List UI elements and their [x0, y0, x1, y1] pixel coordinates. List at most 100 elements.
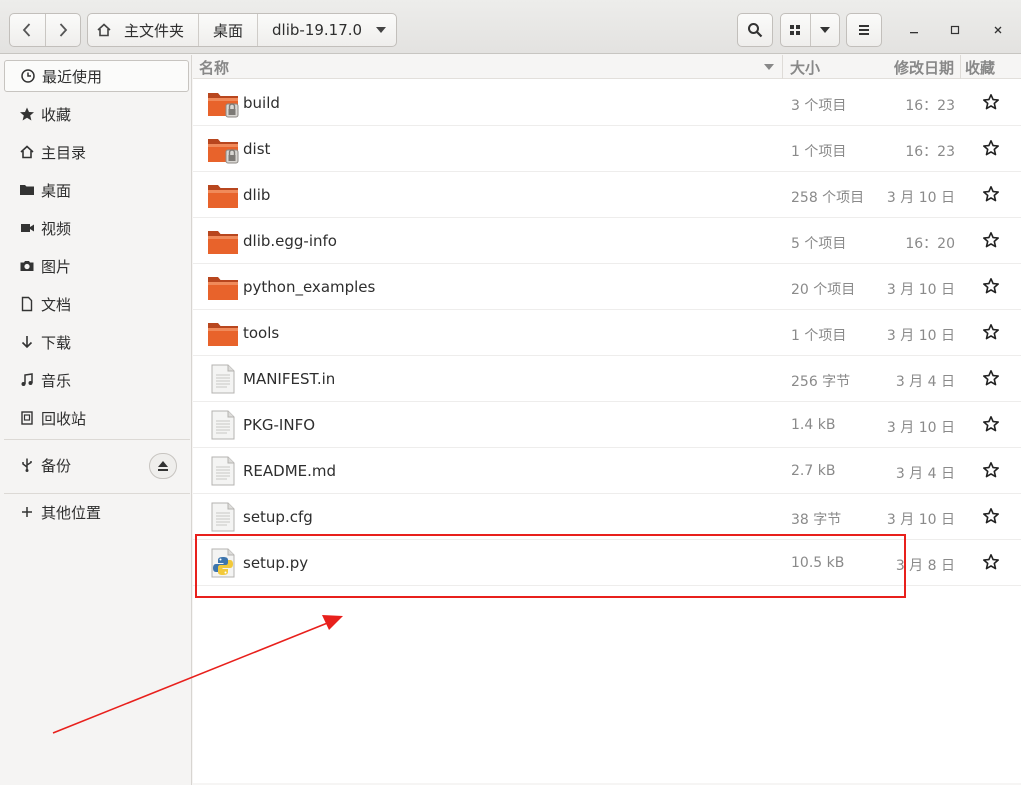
video-icon: [18, 219, 36, 237]
plus-icon: [18, 503, 36, 521]
sidebar-item-label: 文档: [41, 295, 72, 314]
star-icon[interactable]: [982, 323, 1000, 341]
star-icon[interactable]: [982, 277, 1000, 295]
sidebar-item-music[interactable]: 音乐: [4, 364, 189, 396]
star-icon[interactable]: [982, 461, 1000, 479]
maximize-button[interactable]: [944, 19, 966, 41]
sidebar-item-desktop[interactable]: 桌面: [4, 174, 189, 206]
column-header-name[interactable]: 名称: [199, 57, 229, 78]
breadcrumb-current[interactable]: dlib-19.17.0: [257, 14, 396, 46]
breadcrumb-home-label: 主文件夹: [124, 21, 185, 40]
star-icon[interactable]: [982, 93, 1000, 111]
file-size: 20 个项目: [791, 282, 856, 298]
folder-icon: [207, 318, 239, 348]
file-modified-date: 3 月 10 日: [886, 328, 955, 344]
eject-button[interactable]: [149, 453, 177, 479]
file-size: 258 个项目: [791, 190, 865, 206]
file-name: dlib.egg-info: [243, 232, 337, 250]
locked-folder-icon: [207, 134, 239, 164]
sidebar-item-videos[interactable]: 视频: [4, 212, 189, 244]
document-icon: [18, 295, 36, 313]
star-icon[interactable]: [982, 415, 1000, 433]
table-row[interactable]: setup.cfg 38 字节 3 月 10 日: [193, 494, 1021, 540]
back-button[interactable]: [10, 14, 45, 46]
usb-icon: [18, 456, 36, 474]
grid-view-button[interactable]: [781, 14, 810, 46]
table-row[interactable]: tools 1 个项目 3 月 10 日: [193, 310, 1021, 356]
star-icon: [18, 105, 36, 123]
table-row[interactable]: dist 1 个项目 16：23: [193, 126, 1021, 172]
file-name: build: [243, 94, 280, 112]
file-modified-date: 3 月 4 日: [895, 374, 955, 390]
maximize-icon: [950, 25, 960, 35]
sidebar-item-label: 视频: [41, 219, 72, 238]
sidebar-item-other-locations[interactable]: 其他位置: [4, 496, 189, 528]
search-button[interactable]: [737, 13, 773, 47]
sidebar-item-documents[interactable]: 文档: [4, 288, 189, 320]
sort-descending-icon[interactable]: [764, 64, 774, 70]
table-row[interactable]: setup.py 10.5 kB 3 月 8 日: [193, 540, 1021, 586]
sidebar-separator: [4, 439, 190, 440]
music-icon: [18, 371, 36, 389]
table-row[interactable]: README.md 2.7 kB 3 月 4 日: [193, 448, 1021, 494]
column-header-modified[interactable]: 修改日期: [894, 57, 954, 78]
column-header-starred[interactable]: 收藏: [965, 57, 995, 78]
view-dropdown-button[interactable]: [809, 14, 839, 46]
breadcrumb: 主文件夹 桌面 dlib-19.17.0: [87, 13, 397, 47]
chevron-right-icon: [59, 23, 68, 37]
file-modified-date: 3 月 4 日: [895, 466, 955, 482]
column-separator: [782, 55, 783, 79]
star-icon[interactable]: [982, 369, 1000, 387]
sidebar-item-downloads[interactable]: 下载: [4, 326, 189, 358]
minimize-icon: [910, 32, 918, 34]
star-icon[interactable]: [982, 507, 1000, 525]
table-row[interactable]: dlib 258 个项目 3 月 10 日: [193, 172, 1021, 218]
table-row[interactable]: build 3 个项目 16：23: [193, 80, 1021, 126]
star-icon[interactable]: [982, 231, 1000, 249]
caret-down-icon: [376, 27, 386, 33]
file-name: python_examples: [243, 278, 376, 296]
breadcrumb-home[interactable]: 主文件夹: [88, 14, 198, 46]
view-options: [780, 13, 840, 47]
menu-button[interactable]: [846, 13, 882, 47]
star-icon[interactable]: [982, 553, 1000, 571]
hamburger-icon: [859, 25, 869, 35]
home-icon: [18, 143, 36, 161]
file-size: 5 个项目: [791, 236, 847, 252]
forward-button[interactable]: [44, 14, 80, 46]
folder-icon: [18, 181, 36, 199]
star-icon[interactable]: [982, 185, 1000, 203]
chevron-left-icon: [23, 23, 31, 37]
table-row[interactable]: python_examples 20 个项目 3 月 10 日: [193, 264, 1021, 310]
caret-down-icon: [819, 27, 830, 33]
sidebar-item-starred[interactable]: 收藏: [4, 98, 189, 130]
sidebar-item-trash[interactable]: 回收站: [4, 402, 189, 434]
table-row[interactable]: MANIFEST.in 256 字节 3 月 4 日: [193, 356, 1021, 402]
sidebar-item-pictures[interactable]: 图片: [4, 250, 189, 282]
star-icon[interactable]: [982, 139, 1000, 157]
file-size: 3 个项目: [791, 98, 847, 114]
close-button[interactable]: [987, 19, 1009, 41]
file-list: 名称 大小 修改日期 收藏 build 3 个项目 16：23 dist 1 个项目 16…: [193, 55, 1021, 783]
file-name: README.md: [243, 462, 337, 480]
file-name: MANIFEST.in: [243, 370, 336, 388]
file-modified-date: 3 月 10 日: [886, 282, 955, 298]
table-row[interactable]: PKG-INFO 1.4 kB 3 月 10 日: [193, 402, 1021, 448]
file-size: 1.4 kB: [791, 417, 836, 433]
file-name: dist: [243, 140, 271, 158]
download-icon: [18, 333, 36, 351]
sidebar-item-label: 备份: [41, 456, 72, 475]
file-name: setup.py: [243, 554, 309, 572]
sidebar-item-label: 音乐: [41, 371, 72, 390]
sidebar-item-home[interactable]: 主目录: [4, 136, 189, 168]
file-modified-date: 16：20: [905, 236, 955, 252]
breadcrumb-current-label: dlib-19.17.0: [272, 21, 363, 39]
table-row[interactable]: dlib.egg-info 5 个项目 16：20: [193, 218, 1021, 264]
file-name: dlib: [243, 186, 271, 204]
column-header-size[interactable]: 大小: [790, 57, 820, 78]
minimize-button[interactable]: [903, 19, 925, 41]
sidebar-item-recent[interactable]: 最近使用: [4, 60, 189, 92]
file-name: PKG-INFO: [243, 416, 315, 434]
sidebar-separator: [4, 493, 190, 494]
breadcrumb-desktop[interactable]: 桌面: [198, 14, 257, 46]
